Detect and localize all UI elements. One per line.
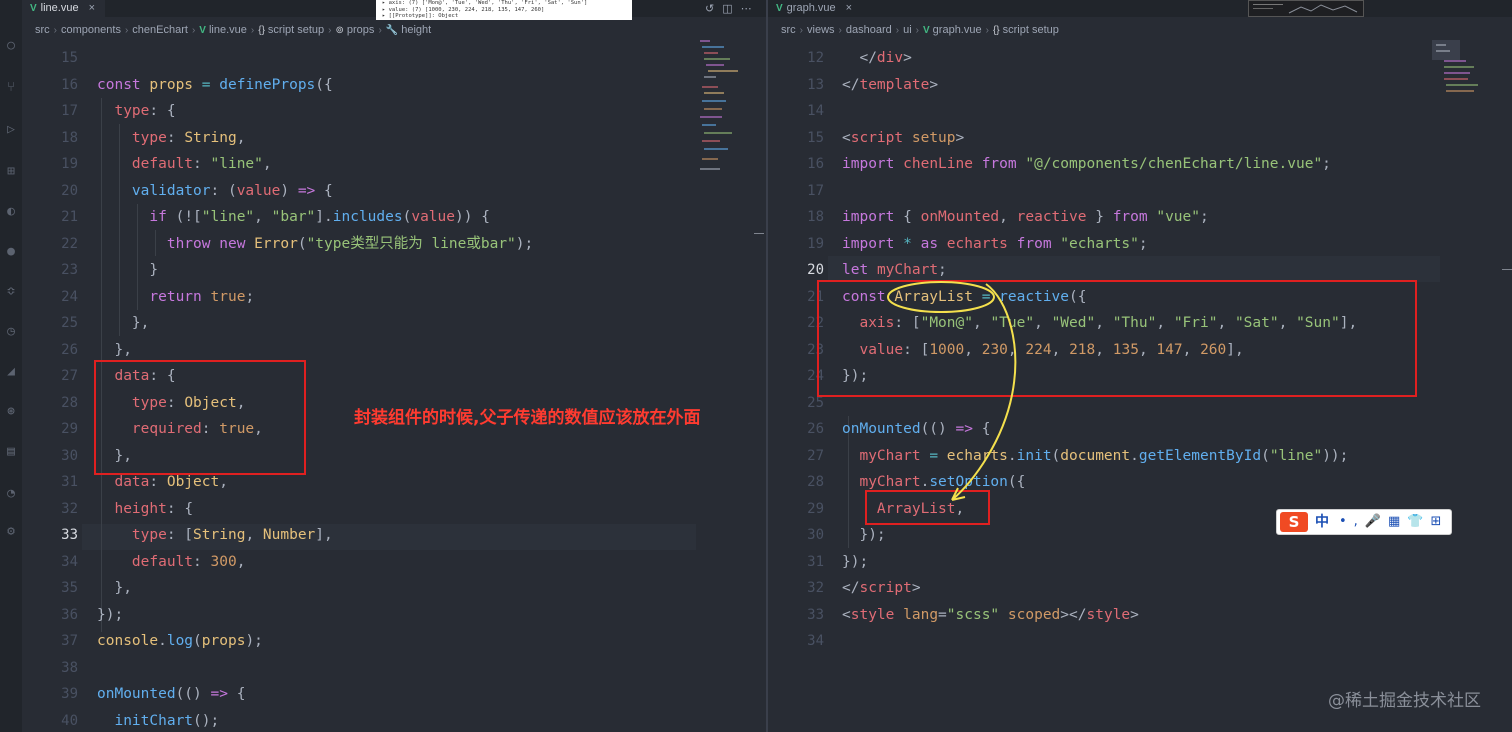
- ime-toolbar[interactable]: S 中 •,🎤▦👕⊞: [1276, 509, 1452, 535]
- thumbnail-chart-icon: [1253, 4, 1358, 14]
- window-thumbnail: [1248, 0, 1364, 17]
- circle-annotation: [887, 281, 995, 313]
- popup-line: ▸ [[Prototype]]: Object: [382, 13, 459, 19]
- annotation-pen-strokes: [887, 281, 1017, 501]
- ime-mode-toggle[interactable]: 中: [1315, 512, 1329, 532]
- ime-tool-icons[interactable]: •,🎤▦👕⊞: [1339, 512, 1448, 532]
- watermark: @稀土掘金技术社区: [1328, 691, 1481, 711]
- console-preview-popup: ▸ axis: (7) ['Mon@', 'Tue', 'Wed', 'Thu'…: [376, 0, 632, 20]
- arrow-annotation: [951, 283, 1017, 501]
- sogou-logo-icon[interactable]: S: [1280, 512, 1308, 532]
